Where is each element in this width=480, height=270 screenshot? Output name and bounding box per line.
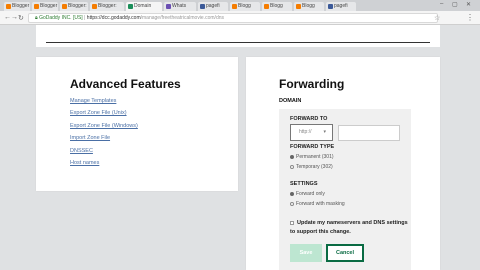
blogger-icon: [34, 4, 39, 9]
manage-templates-link[interactable]: Manage Templates: [70, 98, 116, 104]
blogger-icon: [6, 4, 11, 9]
minimize-icon[interactable]: –: [440, 1, 443, 7]
url-path: /manage/freetheatricalmovie.com/dns: [140, 15, 224, 21]
maximize-icon[interactable]: ▢: [452, 1, 458, 8]
facebook-icon: [200, 4, 205, 9]
browser-tab-bar: Blogger Blogger Blogger: Blogger: Domain…: [0, 0, 480, 11]
advanced-features-title: Advanced Features: [70, 77, 181, 91]
forward-icon[interactable]: →: [11, 14, 18, 21]
radio-icon: [290, 164, 294, 169]
close-icon[interactable]: ✕: [466, 1, 471, 8]
godaddy-icon: [128, 4, 133, 9]
browser-tab[interactable]: pagefi: [198, 2, 228, 11]
url-host: https://dcc.godaddy.com: [86, 15, 141, 21]
browser-tab[interactable]: Blogg: [262, 2, 292, 11]
forward-masking-radio[interactable]: Forward with masking: [290, 201, 345, 207]
update-nameservers-checkbox[interactable]: Update my nameservers and DNS settings t…: [290, 219, 408, 237]
url-bar[interactable]: 🔒︎ GoDaddy INC. [US] | https://dcc.godad…: [28, 13, 438, 23]
browser-tab[interactable]: Blogger: [4, 2, 30, 11]
browser-tab[interactable]: Whats: [164, 2, 196, 11]
radio-selected-icon: [290, 191, 294, 196]
divider: [46, 42, 430, 43]
back-icon[interactable]: ←: [4, 14, 11, 21]
export-zone-windows-link[interactable]: Export Zone File (Windows): [70, 123, 138, 129]
protocol-select[interactable]: http:// ▾: [290, 124, 333, 141]
browser-tab[interactable]: pagefi: [326, 2, 356, 11]
import-zone-file-link[interactable]: Import Zone File: [70, 135, 110, 141]
forwarding-title: Forwarding: [279, 77, 345, 91]
forward-url-input[interactable]: [338, 125, 400, 141]
browser-tab[interactable]: Blogger: [32, 2, 58, 11]
forwarding-card: Forwarding DOMAIN FORWARD TO http:// ▾ F…: [246, 57, 440, 270]
lock-icon: 🔒︎: [35, 15, 38, 21]
save-button[interactable]: Save: [290, 244, 322, 262]
blogger-icon: [92, 4, 97, 9]
forward-to-label: FORWARD TO: [290, 116, 328, 122]
reload-icon[interactable]: ↻: [18, 14, 24, 22]
radio-icon: [290, 201, 294, 206]
browser-tab[interactable]: Blogger:: [90, 2, 124, 11]
browser-tab[interactable]: Blogg: [230, 2, 260, 11]
chevron-down-icon: ▾: [323, 129, 326, 135]
blogger-icon: [264, 4, 269, 9]
browser-tab-active[interactable]: Domain: [126, 2, 162, 11]
top-card: [36, 25, 440, 47]
temporary-radio[interactable]: Temporary (302): [290, 164, 333, 170]
settings-label: SETTINGS: [290, 181, 318, 187]
domain-label: DOMAIN: [279, 98, 302, 104]
checkbox-icon: [290, 220, 294, 225]
site-icon: [166, 4, 171, 9]
host-names-link[interactable]: Host names: [70, 160, 99, 166]
advanced-features-card: Advanced Features Manage Templates Expor…: [36, 57, 238, 191]
browser-tab[interactable]: Blogg: [294, 2, 324, 11]
dnssec-link[interactable]: DNSSEC: [70, 148, 93, 154]
blogger-icon: [232, 4, 237, 9]
forward-only-radio[interactable]: Forward only: [290, 191, 325, 197]
radio-selected-icon: [290, 154, 294, 159]
browser-tab[interactable]: Blogger:: [60, 2, 88, 11]
cancel-button[interactable]: Cancel: [326, 244, 364, 262]
domain-forward-form: FORWARD TO http:// ▾ FORWARD TYPE Perman…: [279, 109, 411, 270]
site-org: GoDaddy INC. [US]: [39, 15, 83, 21]
bookmark-star-icon[interactable]: ☆: [434, 14, 440, 22]
facebook-icon: [328, 4, 333, 9]
export-zone-unix-link[interactable]: Export Zone File (Unix): [70, 110, 127, 116]
blogger-icon: [296, 4, 301, 9]
forward-type-label: FORWARD TYPE: [290, 144, 335, 150]
menu-icon[interactable]: ⋮: [466, 13, 474, 22]
address-bar: ← → ↻ 🔒︎ GoDaddy INC. [US] | https://dcc…: [0, 11, 480, 25]
blogger-icon: [62, 4, 67, 9]
permanent-radio[interactable]: Permanent (301): [290, 154, 334, 160]
